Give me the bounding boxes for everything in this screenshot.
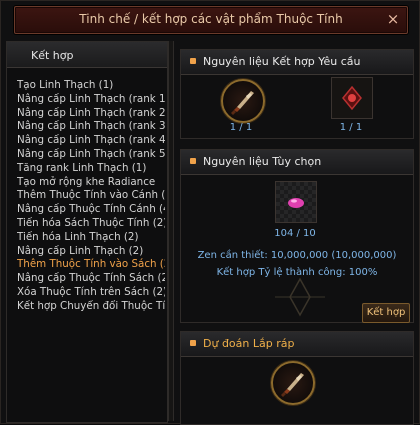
optional-materials-header: Nguyên liệu Tùy chọn (181, 150, 413, 175)
recipe-item[interactable]: Nâng cấp Linh Thạch (rank 5) (17, 148, 165, 162)
required-materials-section: Nguyên liệu Kết hợp Yêu cầu 1 / 1 1 / 1 (180, 49, 414, 139)
recipe-item[interactable]: Thêm Thuộc Tính vào Cánh (4 (17, 189, 165, 203)
preview-section: Dự đoán Lắp ráp (180, 331, 414, 425)
recipe-item[interactable]: Nâng cấp Linh Thạch (rank 1) (17, 93, 165, 107)
required-materials-title: Nguyên liệu Kết hợp Yêu cầu (203, 55, 361, 68)
dagger-icon (231, 91, 254, 115)
recipe-item[interactable]: Xóa Thuộc Tính trên Sách (2) (17, 286, 165, 300)
dagger-icon (281, 373, 304, 397)
recipe-item[interactable]: Tiến hóa Linh Thạch (2) (17, 231, 165, 245)
spirit-stone-icon (342, 85, 362, 111)
recipe-item[interactable]: Tăng rank Linh Thạch (1) (17, 162, 165, 176)
recipe-panel-header: Kết hợp (7, 42, 167, 68)
combine-button[interactable]: Kết hợp (362, 303, 410, 323)
optional-materials-title: Nguyên liệu Tùy chọn (203, 155, 322, 168)
recipe-item[interactable]: Tạo mở rộng khe Radiance (17, 176, 165, 190)
ornament-icon (275, 277, 325, 317)
recipe-item[interactable]: Nâng cấp Thuộc Tính Cánh (4) (17, 203, 165, 217)
recipe-item[interactable]: Nâng cấp Linh Thạch (rank 3) (17, 120, 165, 134)
recipe-item[interactable]: Nâng cấp Linh Thạch (2) (17, 245, 165, 259)
optional-slot-count: 104 / 10 (274, 228, 316, 239)
recipe-item-selected[interactable]: Thêm Thuộc Tính vào Sách (2) (17, 258, 165, 272)
bullet-icon (190, 158, 196, 164)
recipe-item[interactable]: Nâng cấp Linh Thạch (rank 4) (17, 134, 165, 148)
required-slot-1-count: 1 / 1 (229, 122, 253, 133)
recipe-list: Tạo Linh Thạch (1) Nâng cấp Linh Thạch (… (17, 79, 165, 314)
recipe-item[interactable]: Nâng cấp Linh Thạch (rank 2) (17, 107, 165, 121)
gem-icon (288, 198, 304, 208)
bullet-icon (190, 58, 196, 64)
title-bar[interactable]: Tinh chế / kết hợp các vật phẩm Thuộc Tí… (14, 6, 408, 34)
required-slot-2-count: 1 / 1 (339, 122, 363, 133)
required-slot-1[interactable] (221, 79, 265, 123)
preview-title: Dự đoán Lắp ráp (203, 337, 295, 350)
required-materials-header: Nguyên liệu Kết hợp Yêu cầu (181, 50, 413, 75)
recipe-item[interactable]: Kết hợp Chuyển đổi Thuộc Tín (17, 300, 165, 314)
recipe-item[interactable]: Tiến hóa Sách Thuộc Tính (2) (17, 217, 165, 231)
combine-window: Tinh chế / kết hợp các vật phẩm Thuộc Tí… (0, 0, 420, 425)
window-title: Tinh chế / kết hợp các vật phẩm Thuộc Tí… (79, 12, 343, 26)
bullet-icon (190, 340, 196, 346)
recipe-item[interactable]: Nâng cấp Thuộc Tính Sách (2) (17, 272, 165, 286)
zen-required-text: Zen cần thiết: 10,000,000 (10,000,000) (197, 250, 397, 261)
panel-divider (168, 41, 174, 421)
preview-slot[interactable] (271, 361, 315, 405)
recipe-panel-title: Kết hợp (31, 49, 74, 62)
recipe-item[interactable]: Tạo Linh Thạch (1) (17, 79, 165, 93)
preview-header: Dự đoán Lắp ráp (181, 332, 413, 357)
required-slot-2[interactable] (331, 77, 373, 119)
optional-slot[interactable] (275, 181, 317, 223)
recipe-panel: Kết hợp Tạo Linh Thạch (1) Nâng cấp Linh… (6, 41, 168, 423)
close-icon[interactable]: × (385, 11, 401, 27)
